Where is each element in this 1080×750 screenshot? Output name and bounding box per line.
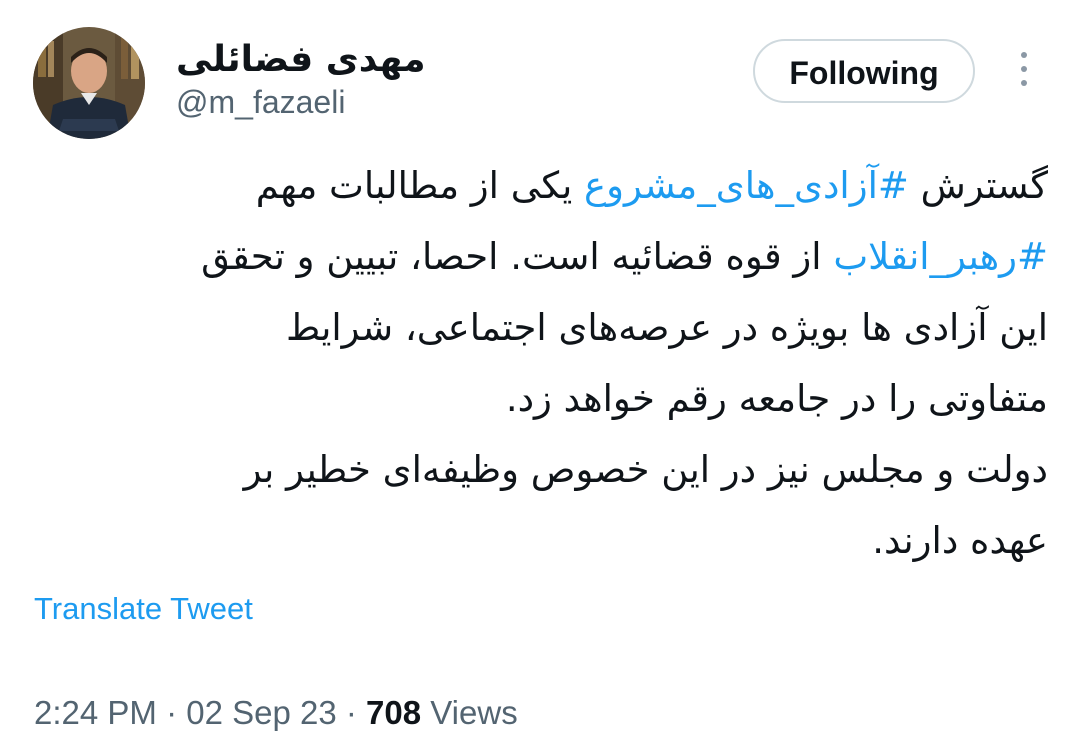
tweet-text: گسترش #آزادی_های_مشروع یکی از مطالبات مه…	[40, 150, 1048, 576]
tweet-time[interactable]: 2:24 PM	[34, 694, 157, 731]
more-vertical-icon[interactable]	[1012, 52, 1036, 92]
tweet-text-segment: از قوه قضائیه است. احصا، تبیین و تحقق	[201, 235, 834, 278]
tweet-line: گسترش #آزادی_های_مشروع یکی از مطالبات مه…	[40, 150, 1048, 221]
avatar-image	[33, 27, 145, 139]
tweet-text-segment: یکی از مطالبات مهم	[255, 164, 585, 207]
hashtag-link[interactable]: #آزادی_های_مشروع	[584, 164, 909, 207]
tweet-text-segment: گسترش	[908, 164, 1048, 207]
views-count[interactable]: 708	[366, 694, 421, 731]
tweet-date[interactable]: 02 Sep 23	[186, 694, 336, 731]
tweet-meta: 2:24 PM · 02 Sep 23 · 708 Views	[34, 690, 518, 736]
tweet-line: عهده دارند.	[40, 505, 1048, 576]
tweet-line: #رهبر_انقلاب از قوه قضائیه است. احصا، تب…	[40, 221, 1048, 292]
translate-tweet-link[interactable]: Translate Tweet	[34, 587, 253, 631]
meta-separator: ·	[336, 694, 367, 731]
tweet-line: دولت و مجلس نیز در این خصوص وظیفه‌ای خطی…	[40, 434, 1048, 505]
tweet-text-segment: متفاوتی را در جامعه رقم خواهد زد.	[505, 377, 1048, 420]
tweet-line: متفاوتی را در جامعه رقم خواهد زد.	[40, 363, 1048, 434]
tweet-text-segment: این آزادی ها بویژه در عرصه‌های اجتماعی، …	[285, 306, 1048, 349]
avatar[interactable]	[33, 27, 145, 139]
tweet-card: مهدی فضائلی @m_fazaeli Following گسترش #…	[0, 0, 1080, 750]
meta-separator: ·	[156, 694, 187, 731]
following-button[interactable]: Following	[753, 39, 975, 103]
tweet-line: این آزادی ها بویژه در عرصه‌های اجتماعی، …	[40, 292, 1048, 363]
tweet-text-segment: عهده دارند.	[872, 519, 1048, 562]
tweet-text-segment: دولت و مجلس نیز در این خصوص وظیفه‌ای خطی…	[243, 448, 1048, 491]
views-label: Views	[421, 694, 518, 731]
author-name[interactable]: مهدی فضائلی	[176, 36, 426, 84]
hashtag-link[interactable]: #رهبر_انقلاب	[833, 235, 1048, 278]
author-handle[interactable]: @m_fazaeli	[176, 80, 345, 124]
